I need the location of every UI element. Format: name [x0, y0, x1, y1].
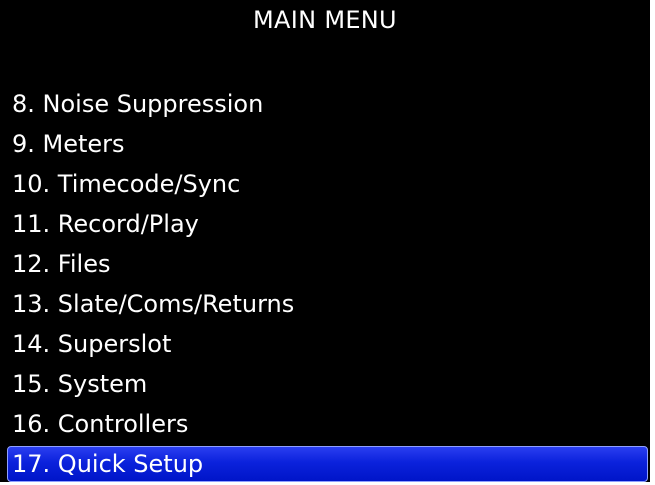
- menu-item-files[interactable]: 12. Files: [0, 244, 650, 284]
- menu-item-timecode-sync[interactable]: 10. Timecode/Sync: [0, 164, 650, 204]
- menu-item-system[interactable]: 15. System: [0, 364, 650, 404]
- menu-item-quick-setup[interactable]: 17. Quick Setup: [7, 446, 648, 482]
- main-menu-screen: MAIN MENU 8. Noise Suppression 9. Meters…: [0, 0, 650, 482]
- menu-item-controllers[interactable]: 16. Controllers: [0, 404, 650, 444]
- menu-item-noise-suppression[interactable]: 8. Noise Suppression: [0, 84, 650, 124]
- menu-item-superslot[interactable]: 14. Superslot: [0, 324, 650, 364]
- menu-item-record-play[interactable]: 11. Record/Play: [0, 204, 650, 244]
- menu-title: MAIN MENU: [253, 6, 397, 34]
- menu-item-slate-coms-returns[interactable]: 13. Slate/Coms/Returns: [0, 284, 650, 324]
- main-menu-list: 8. Noise Suppression 9. Meters 10. Timec…: [0, 84, 650, 482]
- menu-item-meters[interactable]: 9. Meters: [0, 124, 650, 164]
